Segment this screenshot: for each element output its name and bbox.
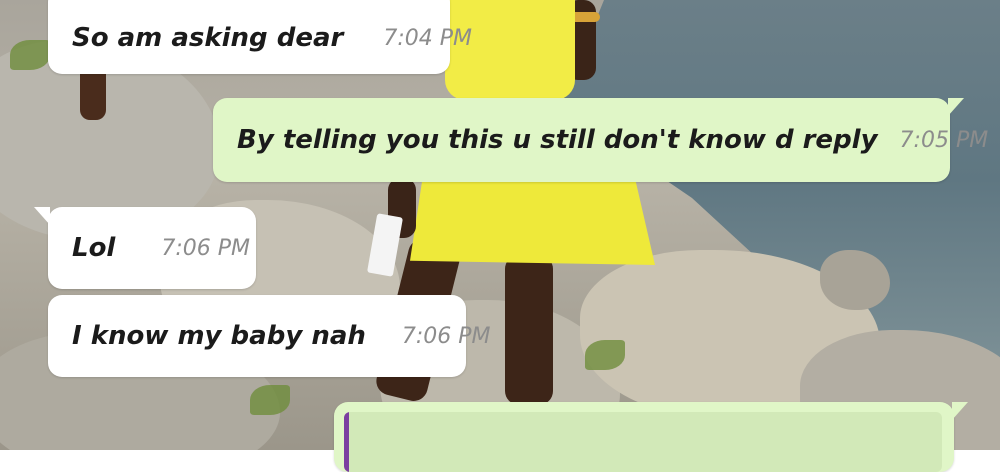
figure-leg — [505, 255, 553, 405]
message-time: 7:06 PM — [161, 235, 250, 261]
message-text: By telling you this u still don't know d… — [237, 125, 878, 155]
bubble-tail — [952, 402, 968, 420]
message-text: I know my baby nah — [72, 321, 366, 351]
message-bubble-incoming[interactable]: So am asking dear 7:04 PM — [48, 0, 472, 74]
plant — [250, 385, 290, 415]
plant — [585, 340, 625, 370]
bubble-tail — [948, 98, 964, 116]
message-bubble-outgoing[interactable]: By telling you this u still don't know d… — [213, 98, 1000, 182]
plant — [10, 40, 50, 70]
figure-dress-skirt — [410, 180, 655, 265]
message-bubble-incoming[interactable]: I know my baby nah 7:06 PM — [48, 295, 491, 377]
message-bubble-outgoing[interactable] — [334, 402, 968, 472]
message-time: 7:06 PM — [401, 323, 491, 349]
message-time: 7:04 PM — [383, 25, 472, 51]
message-bubble-incoming[interactable]: Lol 7:06 PM — [34, 207, 256, 289]
message-text: Lol — [72, 233, 116, 263]
held-paper — [366, 213, 404, 277]
quote-accent-bar — [344, 412, 349, 472]
message-time: 7:05 PM — [899, 127, 989, 153]
message-text: So am asking dear — [72, 23, 344, 53]
reply-quote[interactable] — [344, 412, 942, 472]
bubble-tail — [34, 207, 50, 225]
